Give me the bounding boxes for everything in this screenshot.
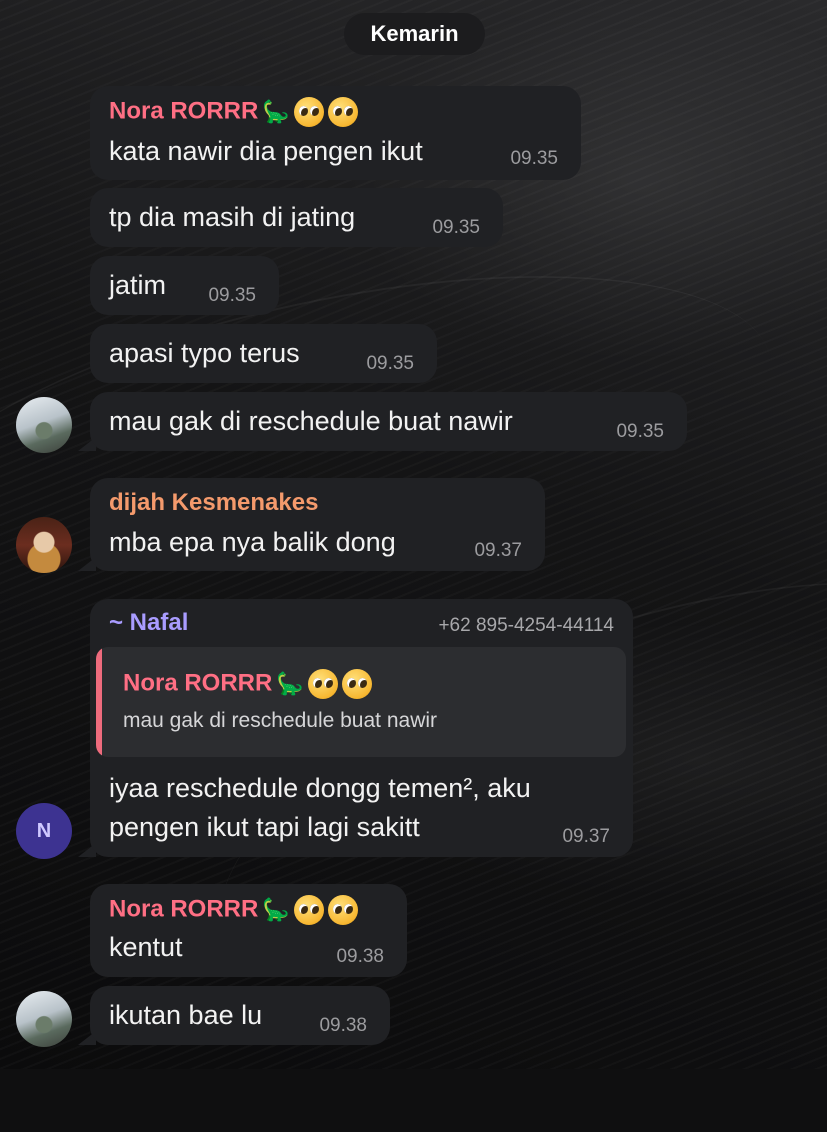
sender-name: dijah Kesmenakes (109, 489, 319, 516)
message-text: tp dia masih di jating (109, 202, 356, 232)
quote-text: mau gak di reschedule buat nawir (123, 709, 438, 732)
message-time: 09.35 (432, 217, 480, 238)
sender-emoji: 🦕 (262, 97, 358, 127)
message-text: apasi typo terus (109, 338, 300, 368)
message-bubble[interactable]: jatim 09.35 (90, 256, 279, 315)
message-bubble[interactable]: Nora RORRR 🦕 kata nawir dia pengen ikut 0… (90, 86, 581, 180)
quoted-message[interactable]: Nora RORRR 🦕 mau gak di reschedule buat n… (96, 647, 626, 757)
message-text: ikutan bae lu (109, 1000, 263, 1030)
avatar[interactable] (16, 517, 72, 573)
message-time: 09.35 (208, 285, 256, 306)
message-text: kentut (109, 932, 183, 962)
sender-row: Nora RORRR 🦕 (109, 895, 358, 925)
pleading-face-icon (307, 669, 338, 699)
quote-sender: Nora RORRR (123, 669, 273, 697)
message-text-line: iyaa reschedule dongg temen², aku (109, 773, 531, 803)
sender-name: ~ Nafal (109, 609, 189, 636)
message-time: 09.38 (319, 1015, 367, 1036)
message-text: kata nawir dia pengen ikut (109, 136, 423, 166)
sender-row: Nora RORRR 🦕 (109, 97, 358, 127)
message-bubble[interactable]: ikutan bae lu 09.38 (90, 986, 390, 1045)
avatar[interactable] (16, 991, 72, 1047)
pleading-face-icon (293, 895, 324, 925)
quote-accent-bar (96, 647, 102, 757)
sender-phone: +62 895-4254-44114 (438, 615, 614, 636)
message-time: 09.35 (616, 421, 664, 442)
message-bubble[interactable]: mau gak di reschedule buat nawir 09.35 (90, 392, 687, 451)
avatar[interactable]: N (16, 803, 72, 859)
message-text-line: pengen ikut tapi lagi sakitt (109, 812, 420, 842)
message-time: 09.38 (336, 946, 384, 967)
message-bubble[interactable]: tp dia masih di jating 09.35 (90, 188, 503, 247)
dinosaur-icon: 🦕 (262, 897, 290, 922)
message-time: 09.35 (366, 353, 414, 374)
avatar[interactable] (16, 397, 72, 453)
message-time: 09.35 (510, 148, 558, 169)
message-bubble[interactable]: dijah Kesmenakes mba epa nya balik dong … (90, 478, 545, 571)
message-text: mau gak di reschedule buat nawir (109, 406, 513, 436)
message-bubble[interactable]: ~ Nafal +62 895-4254-44114 Nora RORRR 🦕 m… (90, 599, 633, 857)
dinosaur-icon: 🦕 (276, 671, 304, 696)
message-bubble[interactable]: apasi typo terus 09.35 (90, 324, 437, 383)
message-time: 09.37 (474, 540, 522, 561)
message-text: mba epa nya balik dong (109, 527, 396, 557)
message-text: jatim (109, 270, 167, 300)
dinosaur-icon: 🦕 (262, 99, 290, 124)
quote-sender-row: Nora RORRR 🦕 (123, 669, 372, 699)
pleading-face-icon (293, 97, 324, 127)
message-bubble[interactable]: Nora RORRR 🦕 kentut 09.38 (90, 884, 407, 977)
message-time: 09.37 (562, 826, 610, 847)
pleading-face-icon (327, 895, 358, 925)
sender-name: Nora RORRR (109, 895, 259, 923)
pleading-face-icon (327, 97, 358, 127)
sender-emoji: 🦕 (276, 669, 372, 699)
sender-name: Nora RORRR (109, 97, 259, 125)
date-separator: Kemarin (344, 13, 485, 55)
sender-emoji: 🦕 (262, 895, 358, 925)
pleading-face-icon (341, 669, 372, 699)
